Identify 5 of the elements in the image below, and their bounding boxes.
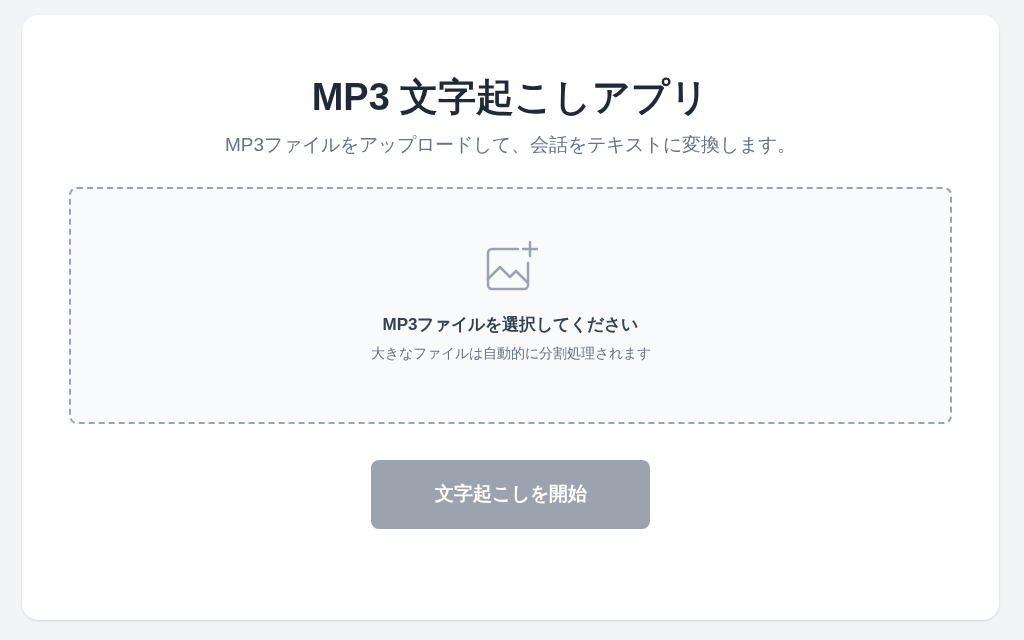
dropzone-label: MP3ファイルを選択してください: [382, 314, 639, 336]
app-title: MP3 文字起こしアプリ: [311, 75, 710, 120]
subtitle: MP3ファイルをアップロードして、会話をテキストに変換します。: [224, 133, 797, 157]
file-drop-zone[interactable]: MP3ファイルを選択してください 大きなファイルは自動的に分割処理されます: [69, 187, 952, 424]
dropzone-hint: 大きなファイルは自動的に分割処理されます: [370, 344, 651, 363]
